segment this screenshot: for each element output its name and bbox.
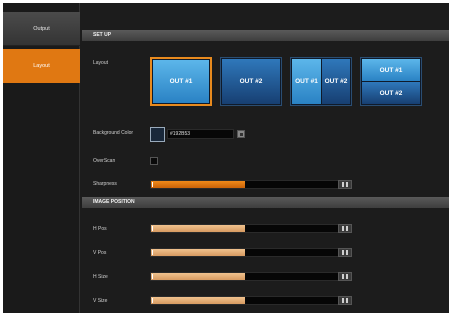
layout-option-out2[interactable]: OUT #2 [220,57,282,106]
sharpness-label: Sharpness [93,181,117,187]
main-panel: SET UP Layout OUT #1 OUT #2 OUT #1 OUT #… [82,11,449,313]
background-color-swatch[interactable] [150,127,165,142]
sidebar: Output Layout [3,3,80,313]
slider-marker [152,298,153,303]
image-position-header: IMAGE POSITION [82,197,449,208]
slider-marker [152,182,153,187]
sharpness-slider[interactable] [150,180,340,189]
sharpness-slider-fill [151,181,245,188]
h-pos-slider-fill [151,225,245,232]
layout-pane: OUT #2 [322,59,350,104]
h-pos-stepper[interactable] [338,224,352,233]
v-pos-stepper[interactable] [338,248,352,257]
overscan-label: OverScan [93,158,116,164]
layout-pane-label: OUT #1 [295,78,318,85]
layout-option-split-horizontal[interactable]: OUT #1 OUT #2 [360,57,422,106]
v-pos-slider[interactable] [150,248,340,257]
h-pos-slider[interactable] [150,224,340,233]
v-size-stepper[interactable] [338,296,352,305]
h-pos-label: H Pos [93,226,107,232]
setup-header: SET UP [82,30,449,41]
overscan-checkbox[interactable] [150,157,158,165]
tab-output-label: Output [33,25,50,32]
v-size-slider[interactable] [150,296,340,305]
tab-layout-label: Layout [33,63,50,69]
layout-pane-label: OUT #2 [324,78,348,85]
h-size-stepper[interactable] [338,272,352,281]
slider-marker [152,226,153,231]
layout-label: Layout [93,60,109,66]
background-color-field[interactable]: #192B53 [167,129,234,139]
v-pos-slider-fill [151,249,245,256]
tab-layout[interactable]: Layout [3,49,80,83]
slider-marker [152,274,153,279]
background-color-label: Background Color [93,130,134,136]
v-size-slider-fill [151,297,245,304]
layout-pane: OUT #1 [292,59,321,104]
app-window: Output Layout SET UP Layout OUT #1 OUT #… [3,3,449,313]
layout-pane: OUT #1 [153,60,209,103]
layout-pane: OUT #2 [222,59,280,104]
v-size-label: V Size [93,298,108,304]
h-size-label: H Size [93,274,108,280]
tab-output[interactable]: Output [3,12,80,46]
layout-option-out1[interactable]: OUT #1 [150,57,212,106]
h-size-slider-fill [151,273,245,280]
layout-option-split-vertical[interactable]: OUT #1 OUT #2 [290,57,352,106]
h-size-slider[interactable] [150,272,340,281]
sharpness-stepper[interactable] [338,180,352,189]
layout-pane: OUT #2 [362,82,420,104]
color-picker-icon[interactable] [237,130,245,138]
slider-marker [152,250,153,255]
v-pos-label: V Pos [93,250,107,256]
layout-pane: OUT #1 [362,59,420,81]
